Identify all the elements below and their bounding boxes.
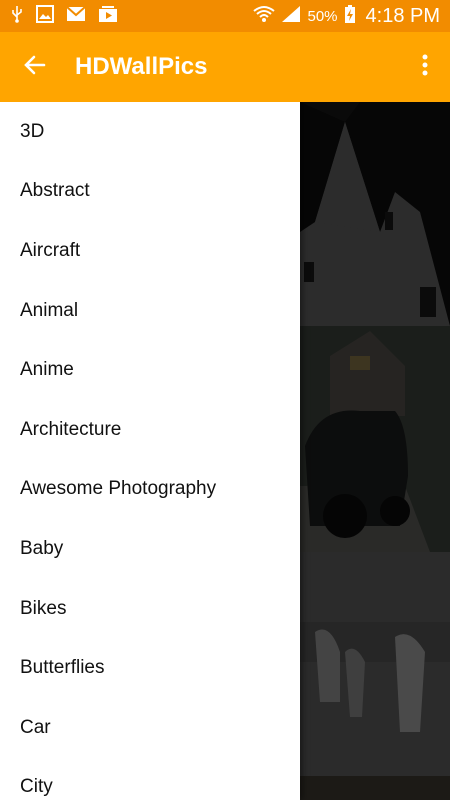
drawer-item-animal[interactable]: Animal <box>0 281 300 341</box>
mail-icon <box>66 5 86 27</box>
back-button[interactable] <box>0 32 70 102</box>
wallpaper-thumbnail[interactable] <box>300 552 450 776</box>
overflow-menu-button[interactable] <box>400 32 450 102</box>
drawer-item-awesome-photography[interactable]: Awesome Photography <box>0 460 300 520</box>
clock: 4:18 PM <box>365 4 440 27</box>
more-vert-icon <box>422 54 428 81</box>
video-icon <box>98 5 118 28</box>
app-bar: HDWallPics <box>0 32 450 102</box>
drawer-item-butterflies[interactable]: Butterflies <box>0 638 300 698</box>
wifi-icon <box>253 5 276 28</box>
image-icon <box>36 4 54 28</box>
drawer-item-baby[interactable]: Baby <box>0 519 300 579</box>
battery-charging-icon <box>344 4 356 29</box>
app-title: HDWallPics <box>75 53 208 80</box>
drawer-item-abstract[interactable]: Abstract <box>0 162 300 222</box>
drawer-item-city[interactable]: City <box>0 758 300 800</box>
navigation-drawer: 3D Abstract Aircraft Animal Anime Archit… <box>0 102 300 800</box>
arrow-back-icon <box>23 53 47 82</box>
signal-icon <box>281 5 301 28</box>
drawer-item-car[interactable]: Car <box>0 698 300 758</box>
drawer-item-anime[interactable]: Anime <box>0 340 300 400</box>
drawer-item-aircraft[interactable]: Aircraft <box>0 221 300 281</box>
drawer-item-bikes[interactable]: Bikes <box>0 579 300 639</box>
wallpaper-thumbnail[interactable] <box>300 776 450 800</box>
drawer-item-3d[interactable]: 3D <box>0 102 300 162</box>
drawer-item-architecture[interactable]: Architecture <box>0 400 300 460</box>
battery-percent: 50% <box>307 7 338 25</box>
wallpaper-thumbnail[interactable] <box>300 326 450 552</box>
wallpaper-thumbnail[interactable] <box>300 102 450 326</box>
usb-icon <box>10 5 24 28</box>
status-bar: 50% 4:18 PM <box>0 0 450 32</box>
